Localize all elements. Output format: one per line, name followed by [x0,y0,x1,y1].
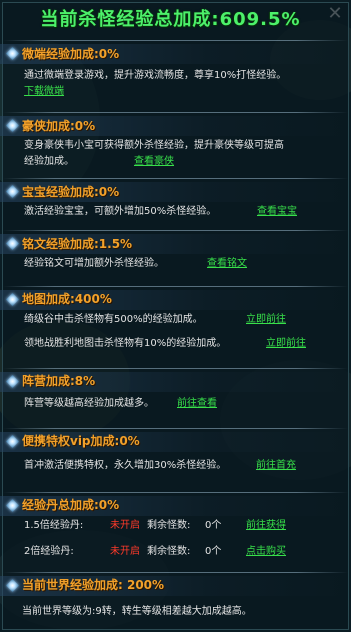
view-inscription-link[interactable]: 查看铭文 [207,256,247,272]
section-desc: 激活经验宝宝，可额外增加50%杀怪经验。 [24,206,217,217]
section-desc: 经验铭文可增加额外杀怪经验。 [24,258,164,269]
section-title: 地图加成:400% [22,292,112,306]
section-title: 铭文经验加成:1.5% [22,237,133,251]
section-title: 豪侠加成:0% [22,119,96,133]
go-view-link[interactable]: 前往查看 [177,396,217,412]
total-bonus-title: 当前杀怪经验总加成:609.5% [40,9,301,30]
pill-remain-label: 剩余怪数: [147,546,191,557]
view-pet-link[interactable]: 查看宝宝 [257,204,297,220]
download-client-link[interactable]: 下载微端 [24,84,64,100]
pill-label: 2倍经验丹: [24,546,74,557]
section-title: 微端经验加成:0% [22,47,120,61]
section-desc: 经验加成。 [24,156,74,167]
section-title: 便携特权vip加成:0% [22,434,140,448]
view-hero-link[interactable]: 查看豪侠 [134,154,174,170]
pill-label: 1.5倍经验丹: [24,520,84,531]
pill-status: 未开启 [110,520,140,531]
section-desc: 当前世界等级为:9转，转生等级相差越大加成越高。 [22,606,252,617]
go-now-link[interactable]: 立即前往 [266,336,306,352]
click-buy-link[interactable]: 点击购买 [246,544,286,560]
go-obtain-link[interactable]: 前往获得 [246,518,286,534]
section-desc: 通过微端登录游戏，提升游戏流畅度，尊享10%打怪经验。 [24,70,287,81]
section-title: 当前世界经验加成: 200% [22,578,165,592]
section-desc: 绮级谷中击杀怪物有500%的经验加成。 [24,314,203,325]
pill-remain-value: 0个 [205,546,222,557]
pill-remain-label: 剩余怪数: [147,520,191,531]
section-desc: 变身豪侠韦小宝可获得额外杀怪经验，提升豪侠等级可提高 [24,140,284,151]
panel-header: 当前杀怪经验总加成:609.5% [0,0,351,36]
pill-remain-value: 0个 [205,520,222,531]
section-title: 宝宝经验加成:0% [22,185,120,199]
section-desc: 领地战胜利地图击杀怪物有10%的经验加成。 [24,338,227,349]
pill-status: 未开启 [110,546,140,557]
go-first-recharge-link[interactable]: 前往首充 [256,458,296,474]
section-title: 经验丹总加成:0% [22,498,120,512]
section-desc: 首冲激活便携特权，永久增加30%杀怪经验。 [24,460,227,471]
section-title: 阵营加成:8% [22,374,96,388]
section-desc: 阵营等级越高经验加成越多。 [24,398,154,409]
go-now-link[interactable]: 立即前往 [246,312,286,328]
